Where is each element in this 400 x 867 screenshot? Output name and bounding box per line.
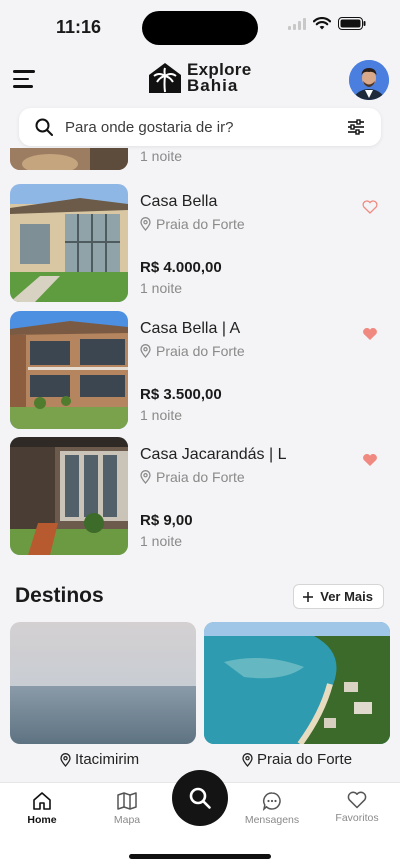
listing-nights: 1 noite [140, 407, 183, 423]
home-indicator [129, 854, 271, 859]
location-pin-icon [140, 217, 151, 231]
ver-mais-label: Ver Mais [320, 589, 373, 604]
ver-mais-button[interactable]: Ver Mais [293, 584, 384, 609]
plus-icon [303, 591, 314, 602]
wifi-icon [313, 17, 331, 30]
favorite-heart-icon[interactable] [362, 327, 378, 341]
chat-bubble-icon [262, 792, 281, 811]
location-pin-icon [140, 470, 151, 484]
listing-nights: 1 noite [140, 148, 183, 164]
logo-line-2: Bahia [187, 76, 239, 95]
listing-location: Praia do Forte [140, 343, 245, 359]
search-icon [35, 118, 53, 136]
tab-mensagens-label: Mensagens [244, 814, 300, 826]
menu-button[interactable] [13, 70, 35, 88]
listing-title: Casa Bella | A [140, 320, 241, 337]
dynamic-island [142, 11, 258, 45]
app-logo: Explore Bahia [148, 61, 251, 95]
listing-nights: 1 noite [140, 280, 183, 296]
listing-card[interactable]: Casa Bella Praia do Forte R$ 4.000,00 1 … [10, 184, 390, 302]
destino-card-praia-do-forte[interactable] [204, 622, 390, 744]
listing-location-text: Praia do Forte [156, 469, 245, 485]
listing-nights: 1 noite [140, 533, 183, 549]
status-icons [288, 17, 366, 30]
status-time: 11:16 [56, 17, 102, 37]
listing-card[interactable]: 1 noite [10, 148, 390, 170]
listing-photo [10, 437, 128, 555]
destino-card-itacimirim[interactable] [10, 622, 196, 744]
cellular-icon [288, 17, 306, 30]
location-pin-icon [242, 752, 253, 767]
listing-title: Casa Bella [140, 193, 218, 210]
search-icon [189, 787, 211, 809]
user-avatar[interactable] [349, 60, 389, 100]
home-icon [33, 792, 51, 810]
search-fab-button[interactable] [172, 770, 228, 826]
filter-icon[interactable] [347, 118, 365, 136]
tab-mapa[interactable]: Mapa [87, 791, 167, 826]
favorite-heart-icon[interactable] [362, 453, 378, 467]
search-bar [19, 108, 381, 146]
listing-card[interactable]: Casa Jacarandás | L Praia do Forte R$ 9,… [10, 437, 390, 555]
battery-icon [338, 17, 366, 30]
favorite-heart-icon[interactable] [362, 200, 378, 214]
listing-price: R$ 4.000,00 [140, 259, 222, 276]
app-header: Explore Bahia [0, 58, 400, 104]
tab-home[interactable]: Home [2, 791, 82, 826]
listing-photo [10, 311, 128, 429]
listing-location: Praia do Forte [140, 469, 245, 485]
listing-photo [10, 148, 128, 170]
listing-location: Praia do Forte [140, 216, 245, 232]
tab-favoritos[interactable]: Favoritos [317, 791, 397, 824]
destino-label-itacimirim: Itacimirim [60, 751, 139, 768]
listing-price: R$ 3.500,00 [140, 386, 222, 403]
map-icon [117, 792, 137, 810]
tab-mapa-label: Mapa [113, 814, 141, 826]
listing-location-text: Praia do Forte [156, 216, 245, 232]
listing-location-text: Praia do Forte [156, 343, 245, 359]
destinos-heading: Destinos [15, 584, 104, 607]
palm-house-logo-icon [149, 63, 181, 93]
status-bar: 11:16 [0, 0, 400, 54]
destino-name: Praia do Forte [257, 751, 353, 768]
destino-name: Itacimirim [75, 751, 140, 768]
listing-title: Casa Jacarandás | L [140, 446, 287, 463]
listing-price: R$ 9,00 [140, 512, 193, 529]
tab-mensagens[interactable]: Mensagens [232, 791, 312, 826]
listing-photo [10, 184, 128, 302]
tab-home-label: Home [27, 814, 57, 826]
location-pin-icon [140, 344, 151, 358]
heart-icon [347, 791, 367, 809]
tab-favoritos-label: Favoritos [335, 812, 379, 824]
location-pin-icon [60, 752, 71, 767]
destino-label-praia-do-forte: Praia do Forte [242, 751, 352, 768]
listing-card[interactable]: Casa Bella | A Praia do Forte R$ 3.500,0… [10, 311, 390, 429]
logo-text: Explore Bahia [187, 61, 251, 95]
listing-list: 1 noite Casa Bella Praia do Forte R$ 4.0… [0, 148, 400, 560]
search-input[interactable] [65, 108, 335, 146]
